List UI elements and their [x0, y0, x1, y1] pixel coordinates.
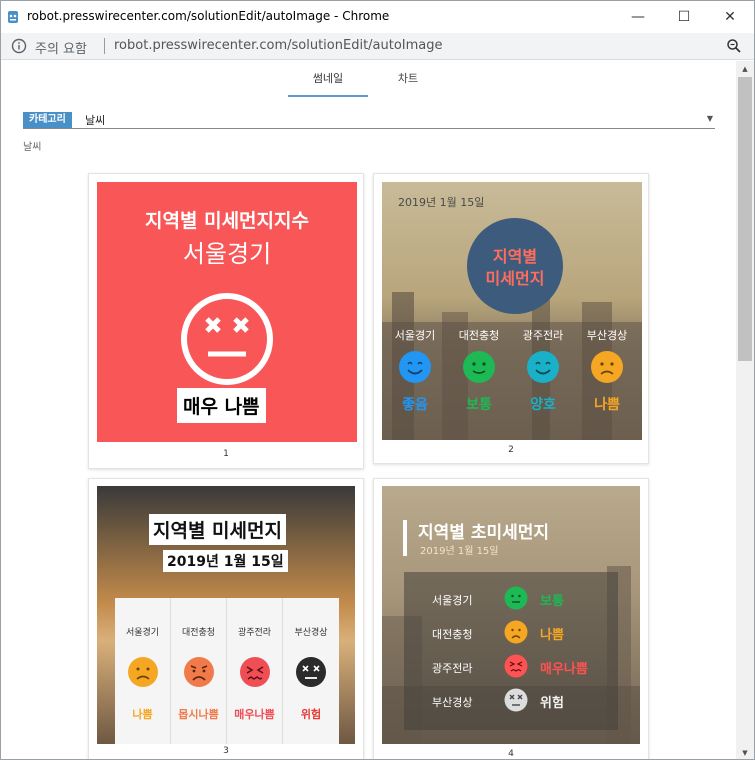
card2-region-name: 부산경상 [586, 329, 628, 342]
card2-region-name: 광주전라 [522, 329, 564, 342]
card4-region-status: 보통 [540, 594, 564, 609]
chevron-down-icon[interactable]: ▼ [707, 114, 713, 123]
card4-title: 지역별 초미세먼지 [418, 523, 550, 543]
category-badge: 카테고리 [23, 112, 72, 128]
card4-region-row: 대전충청 나쁨 [404, 618, 618, 648]
card3-region-column: 광주전라 매우나쁨 [227, 598, 283, 744]
thumbnail-image-4[interactable]: 지역별 초미세먼지 2019년 1월 15일 서울경기 보통 대전충청 나쁨 광… [382, 486, 640, 744]
dead-face-icon [296, 657, 326, 687]
close-button[interactable]: ✕ [707, 1, 753, 33]
window-title: robot.presswirecenter.com/solutionEdit/a… [27, 9, 390, 23]
card-number: 2 [508, 445, 514, 455]
card3-region-column: 대전충청 몹시나쁨 [171, 598, 227, 744]
zoom-icon[interactable] [726, 38, 742, 54]
card2-title-line2: 미세먼지 [485, 269, 545, 288]
thumbnail-image-1[interactable]: 지역별 미세먼지지수 서울경기 매우 나쁨 [97, 182, 357, 442]
card4-region-name: 부산경상 [432, 696, 473, 709]
card-number: 4 [508, 749, 514, 759]
card4-region-name: 서울경기 [432, 594, 473, 607]
card4-region-name: 광주전라 [432, 662, 473, 675]
card4-region-status: 매우나쁨 [540, 662, 588, 677]
card4-region-row: 광주전라 매우나쁨 [404, 652, 618, 682]
card3-region-column: 부산경상 위험 [283, 598, 339, 744]
info-icon[interactable] [11, 38, 27, 54]
thumbnail-image-3[interactable]: 지역별 미세먼지 2019년 1월 15일 서울경기 나쁨 대전충청 몹시나쁨 … [97, 486, 355, 744]
tab-thumbnail[interactable]: 썸네일 [288, 67, 368, 97]
card4-region-row: 서울경기 보통 [404, 584, 618, 614]
scroll-down-icon[interactable]: ▼ [736, 745, 754, 759]
card3-region-panel: 서울경기 나쁨 대전충청 몹시나쁨 광주전라 매우나쁨 부산경상 위험 [115, 598, 339, 744]
smile-face-icon [399, 351, 431, 383]
sad-face-icon [128, 657, 158, 687]
thumbnail-image-2[interactable]: 2019년 1월 15일 지역별 미세먼지 서울경기 대전충청 광주전라 부산경… [382, 182, 642, 440]
thumbnail-card-2[interactable]: 2019년 1월 15일 지역별 미세먼지 서울경기 대전충청 광주전라 부산경… [373, 173, 649, 464]
card3-region-status: 매우나쁨 [234, 708, 275, 721]
card3-date: 2019년 1월 15일 [163, 550, 288, 572]
address-separator [104, 38, 105, 54]
card-number: 3 [223, 746, 229, 756]
card1-title: 지역별 미세먼지지수 [145, 210, 309, 232]
vertical-scrollbar[interactable]: ▲ ▼ [736, 61, 754, 759]
card4-date: 2019년 1월 15일 [420, 546, 499, 557]
tab-chart[interactable]: 차트 [368, 67, 448, 97]
smile-face-icon [527, 351, 559, 383]
card2-region-name: 대전충청 [458, 329, 500, 342]
thumbnail-card-1[interactable]: 지역별 미세먼지지수 서울경기 매우 나쁨 1 [88, 173, 364, 469]
card3-region-name: 부산경상 [294, 628, 328, 638]
card4-region-status: 나쁨 [540, 628, 564, 643]
close-icon: ✕ [724, 9, 736, 25]
card4-region-name: 대전충청 [432, 628, 473, 641]
card2-region-name: 서울경기 [394, 329, 436, 342]
address-bar[interactable]: 주의 요함 robot.presswirecenter.com/solution… [1, 33, 754, 60]
title-accent-bar [403, 520, 407, 556]
card2-region-status: 양호 [530, 397, 556, 413]
card4-region-row: 부산경상 위험 [404, 686, 618, 716]
dizzy-face-icon [240, 657, 270, 687]
card3-region-name: 대전충청 [181, 628, 216, 638]
browser-window: robot.presswirecenter.com/solutionEdit/a… [0, 0, 755, 760]
card2-region-status: 좋음 [402, 397, 428, 413]
category-select[interactable]: 카테고리 날씨 ▼ [23, 111, 715, 129]
security-status[interactable]: 주의 요함 [35, 38, 87, 57]
dead-face-icon [181, 293, 273, 385]
thumbnail-card-4[interactable]: 지역별 초미세먼지 2019년 1월 15일 서울경기 보통 대전충청 나쁨 광… [373, 478, 649, 759]
card3-region-status: 위험 [300, 708, 322, 721]
card4-region-status: 위험 [540, 696, 564, 711]
app-favicon-icon [8, 11, 18, 23]
neutral-face-icon [463, 351, 495, 383]
maximize-icon: ☐ [677, 9, 691, 25]
card2-title-line1: 지역별 [492, 247, 538, 266]
maximize-button[interactable]: ☐ [661, 1, 707, 33]
scroll-up-icon[interactable]: ▲ [736, 61, 754, 77]
card4-region-panel: 서울경기 보통 대전충청 나쁨 광주전라 매우나쁨 부산경상 위험 [404, 572, 618, 730]
url-text[interactable]: robot.presswirecenter.com/solutionEdit/a… [114, 38, 443, 53]
card2-region-status: 나쁨 [594, 397, 620, 413]
sad-face-icon [504, 620, 528, 644]
category-sub-label: 날씨 [23, 142, 42, 153]
minimize-button[interactable]: — [615, 1, 661, 33]
angry-face-icon [184, 657, 214, 687]
card3-region-status: 몹시나쁨 [178, 708, 219, 721]
minimize-icon: — [631, 9, 645, 25]
card3-region-column: 서울경기 나쁨 [115, 598, 171, 744]
card3-region-name: 광주전라 [237, 628, 272, 638]
title-bar: robot.presswirecenter.com/solutionEdit/a… [1, 1, 754, 33]
card1-status: 매우 나쁨 [177, 388, 266, 423]
card3-title: 지역별 미세먼지 [149, 514, 286, 545]
scrollbar-thumb[interactable] [738, 77, 752, 361]
thumbnail-card-3[interactable]: 지역별 미세먼지 2019년 1월 15일 서울경기 나쁨 대전충청 몹시나쁨 … [88, 478, 364, 759]
dizzy-face-icon [504, 654, 528, 678]
page-content: 썸네일 차트 카테고리 날씨 ▼ 날씨 지역별 미세먼지지수 서울경기 매우 나… [1, 61, 736, 759]
card3-region-status: 나쁨 [132, 708, 153, 721]
dead-face-icon [504, 688, 528, 712]
card2-title-circle: 지역별 미세먼지 [467, 218, 563, 314]
sad-face-icon [591, 351, 623, 383]
card2-region-status: 보통 [466, 397, 492, 413]
card-number: 1 [223, 449, 229, 459]
card3-region-name: 서울경기 [125, 628, 160, 638]
card1-region: 서울경기 [182, 240, 272, 268]
neutral-face-icon [504, 586, 528, 610]
card2-date: 2019년 1월 15일 [398, 196, 485, 209]
category-value[interactable]: 날씨 [85, 112, 105, 128]
